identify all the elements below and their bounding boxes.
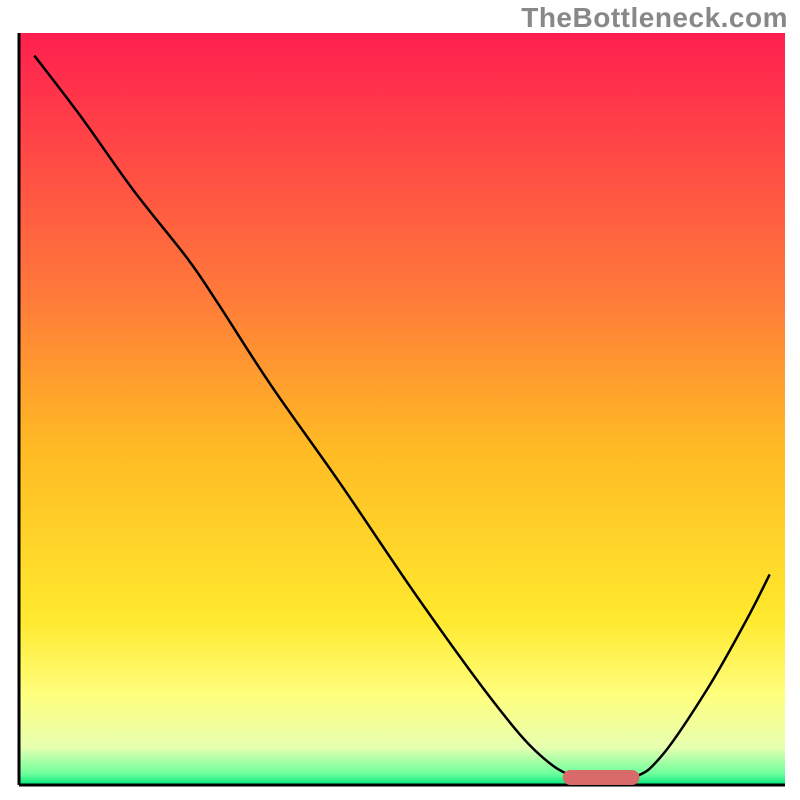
chart-stage: TheBottleneck.com bbox=[0, 0, 800, 800]
bottleneck-chart bbox=[0, 0, 800, 800]
optimal-range-marker bbox=[563, 770, 640, 785]
gradient-background bbox=[19, 33, 785, 785]
